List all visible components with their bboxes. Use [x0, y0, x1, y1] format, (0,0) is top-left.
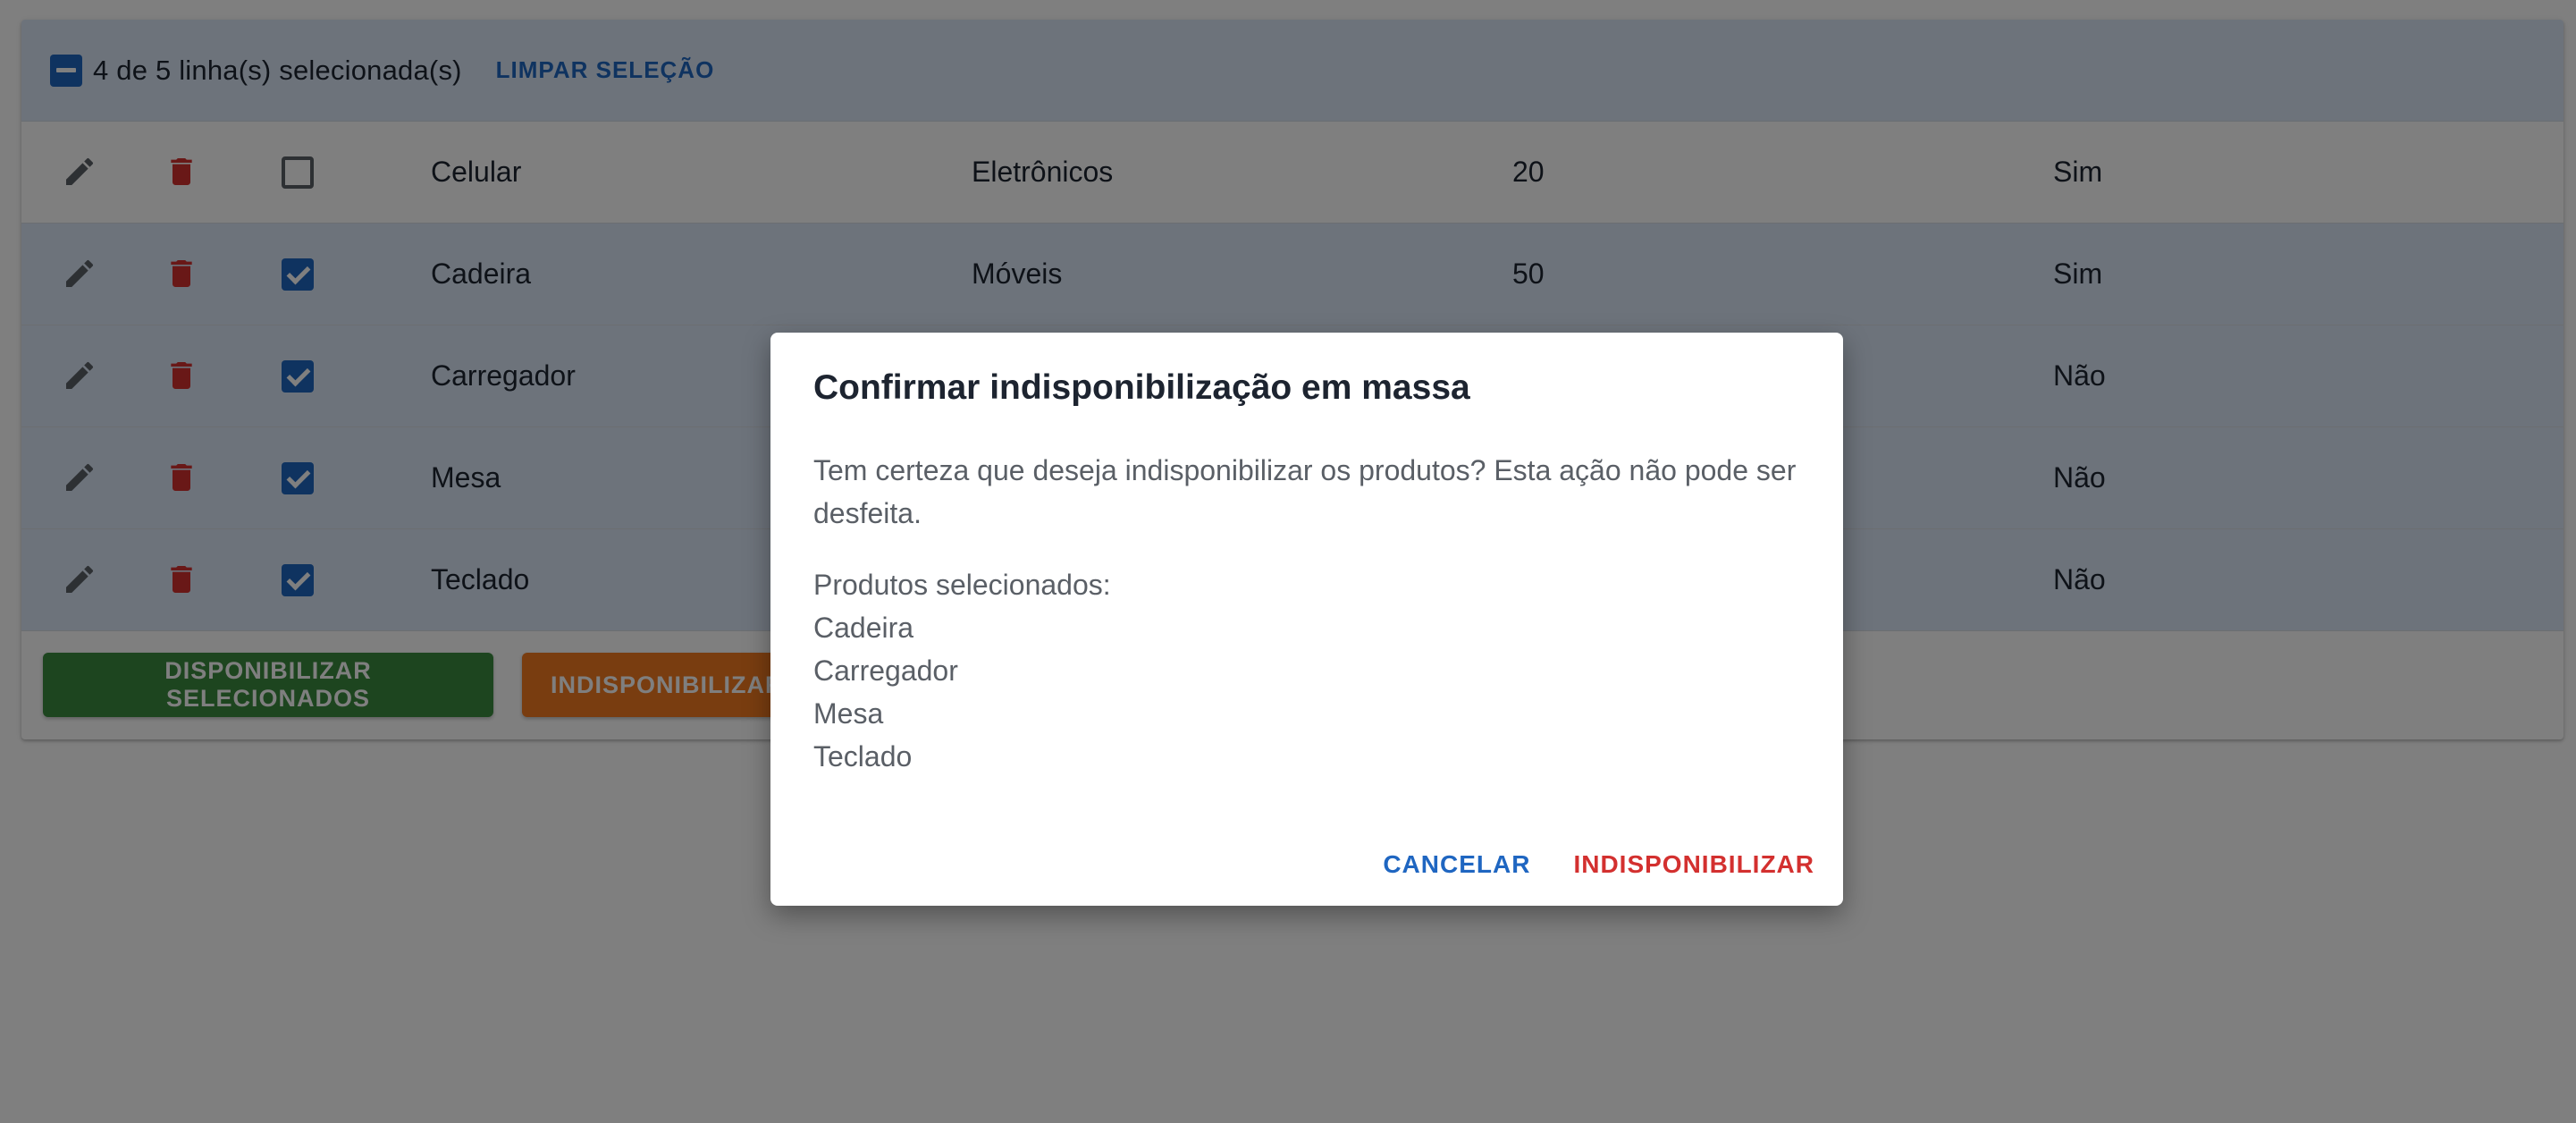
selected-products-list: Cadeira Carregador Mesa Teclado	[813, 606, 958, 778]
list-item: Teclado	[813, 740, 913, 773]
dialog-title: Confirmar indisponibilização em massa	[813, 368, 1470, 407]
dialog-actions: CANCELAR INDISPONIBILIZAR	[1383, 850, 1814, 879]
confirm-disable-button[interactable]: INDISPONIBILIZAR	[1573, 850, 1814, 879]
list-item: Cadeira	[813, 612, 914, 644]
list-item: Mesa	[813, 697, 884, 730]
app: 4 de 5 linha(s) selecionada(s) LIMPAR SE…	[0, 0, 2576, 1123]
confirm-dialog: Confirmar indisponibilização em massa Te…	[770, 333, 1843, 906]
selected-products-label: Produtos selecionados:	[813, 569, 1111, 601]
dialog-message: Tem certeza que deseja indisponibilizar …	[813, 454, 1797, 529]
list-item: Carregador	[813, 654, 958, 687]
cancel-button[interactable]: CANCELAR	[1383, 850, 1530, 879]
